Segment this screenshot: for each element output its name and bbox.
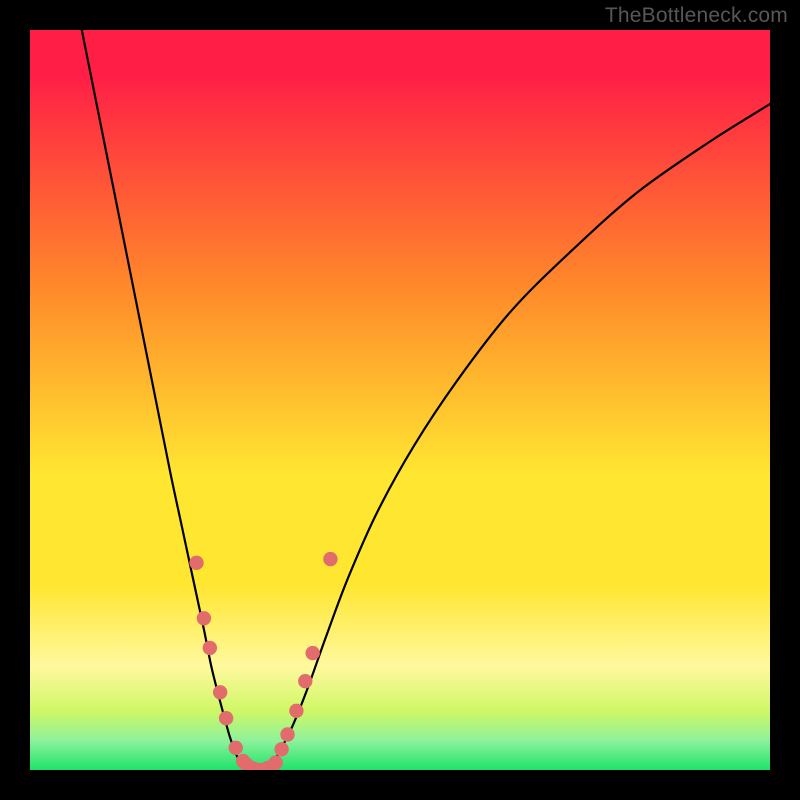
chart-frame: TheBottleneck.com [0, 0, 800, 800]
data-marker [219, 711, 233, 725]
marker-group [189, 552, 337, 770]
data-marker [213, 685, 227, 699]
data-marker [268, 755, 282, 769]
bottleneck-curve [82, 30, 770, 770]
data-marker [305, 646, 319, 660]
data-marker [280, 727, 294, 741]
data-marker [203, 641, 217, 655]
data-marker [289, 704, 303, 718]
data-marker [197, 611, 211, 625]
data-marker [298, 674, 312, 688]
data-marker [274, 742, 288, 756]
data-marker [323, 552, 337, 566]
plot-area [30, 30, 770, 770]
curve-layer [30, 30, 770, 770]
data-marker [189, 556, 203, 570]
data-marker [229, 741, 243, 755]
watermark-text: TheBottleneck.com [605, 4, 788, 28]
